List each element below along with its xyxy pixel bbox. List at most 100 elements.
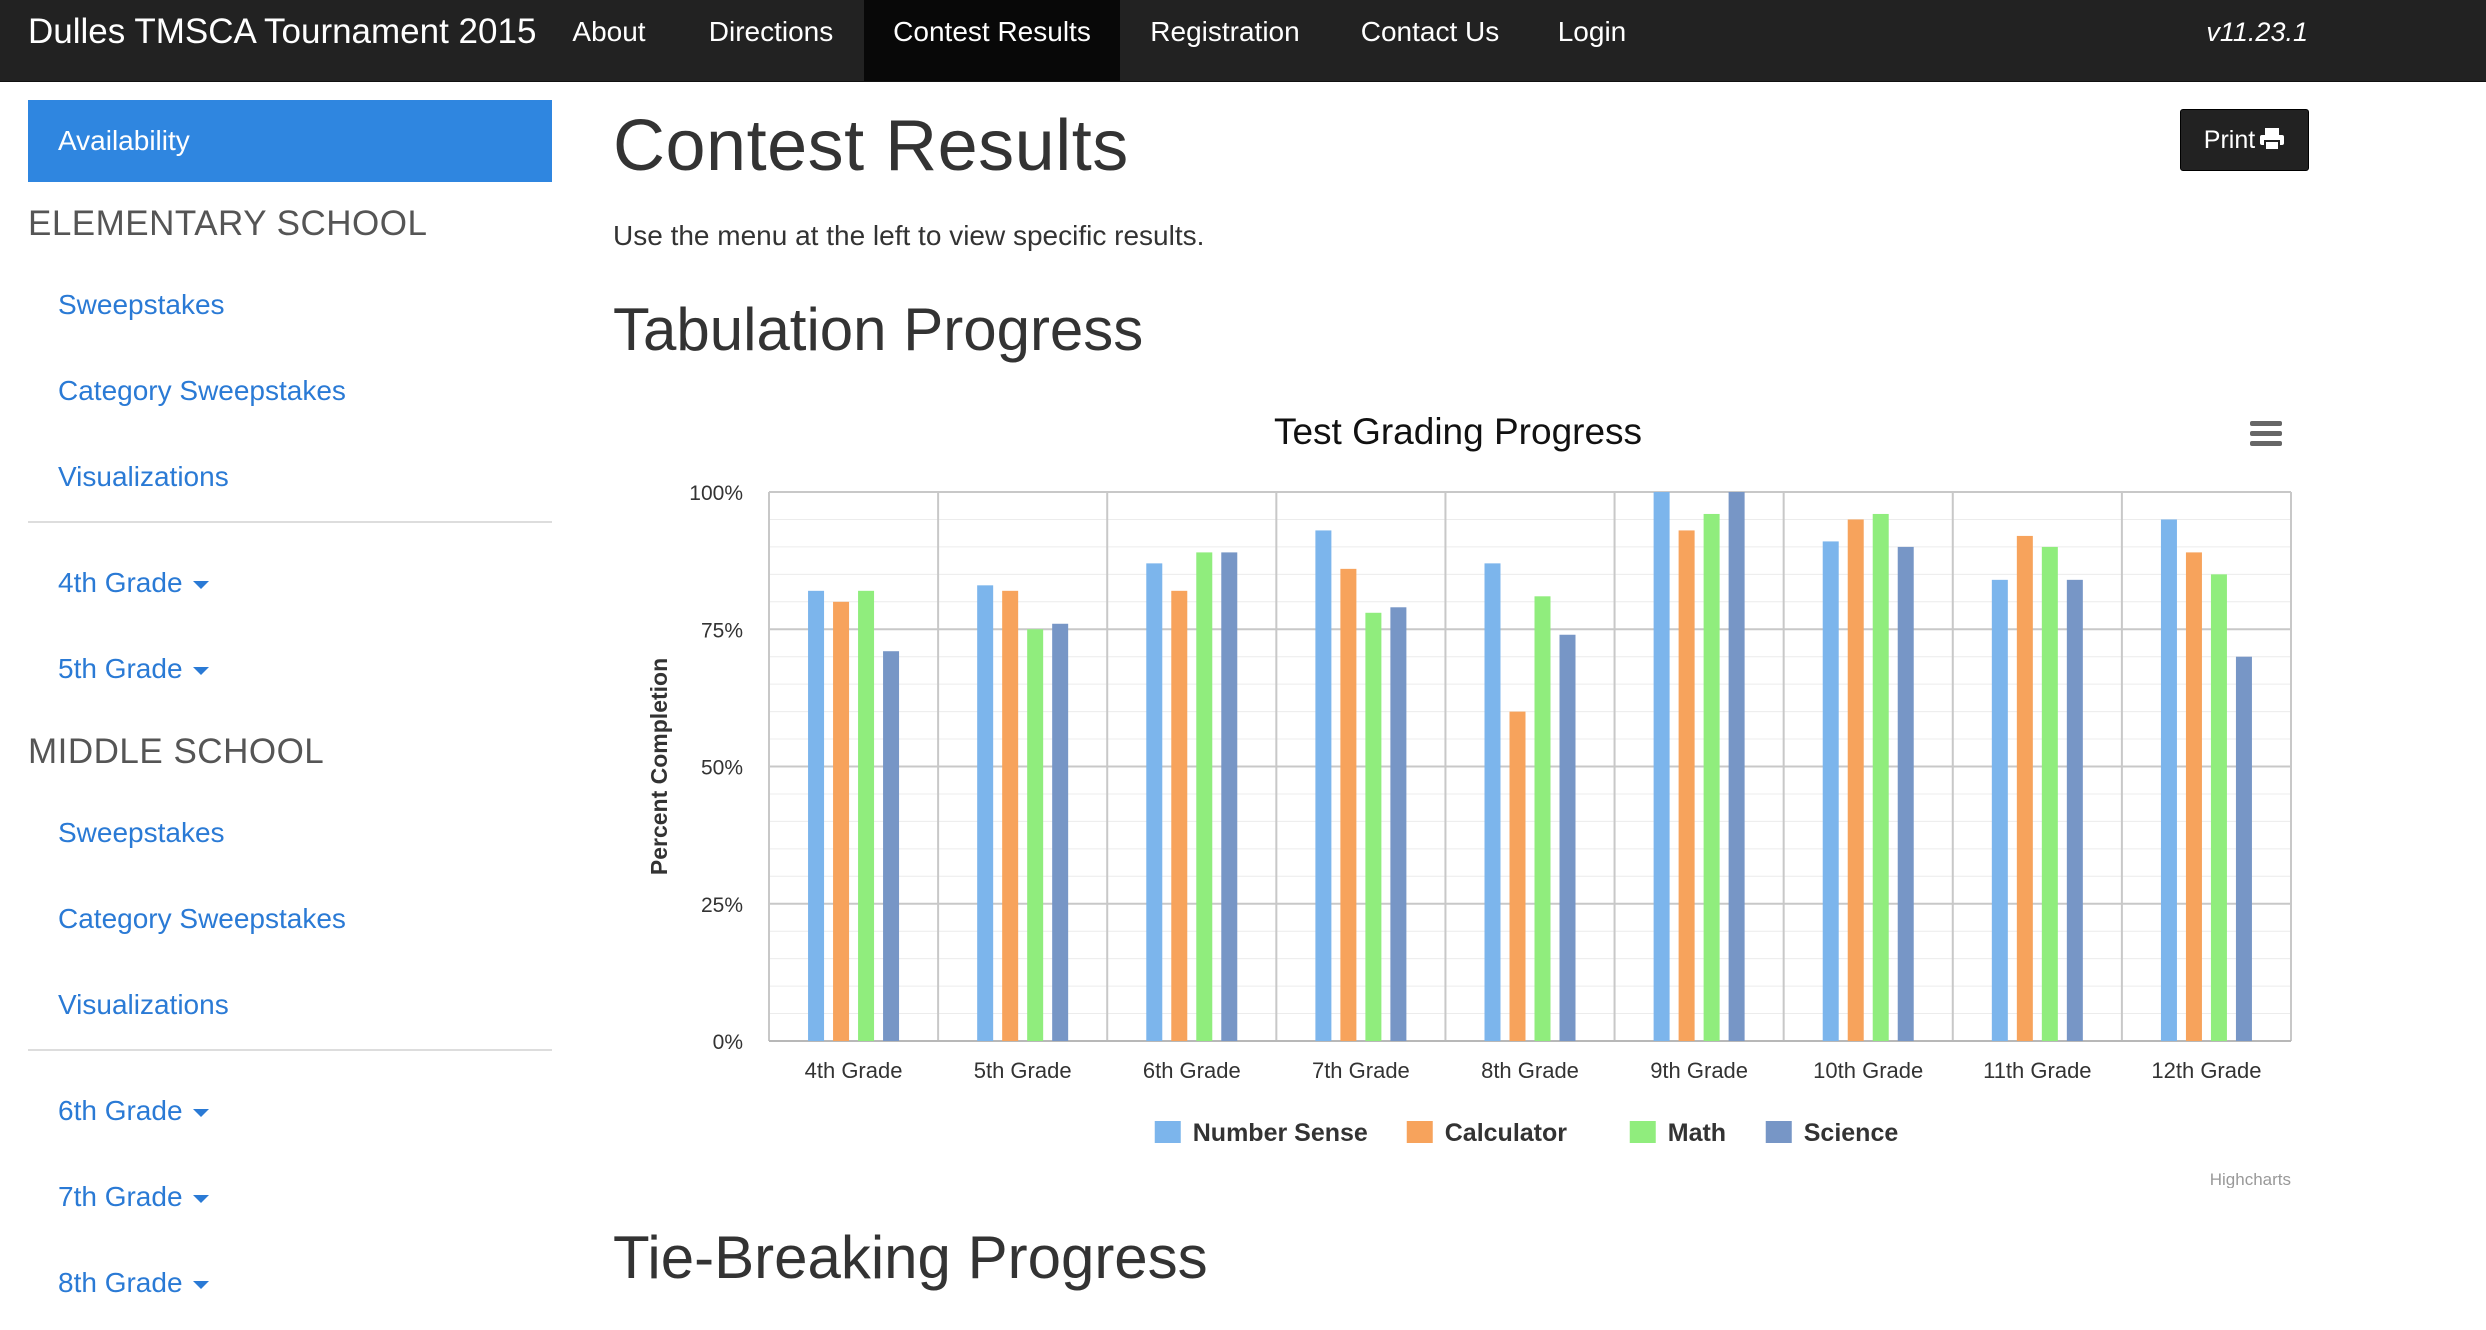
bar-math	[1027, 629, 1044, 1041]
caret-down-icon	[192, 1108, 209, 1117]
bar-number-sense	[1653, 492, 1670, 1041]
bar-math	[2041, 546, 2058, 1041]
print-label: Print	[2203, 126, 2256, 154]
dropdown-label: 6th Grade	[58, 1095, 183, 1126]
chart-credits: Highcharts	[2210, 1170, 2291, 1188]
bar-calculator	[1509, 711, 1526, 1041]
y-tick-label: 0%	[713, 1031, 743, 1054]
x-tick-label: 5th Grade	[974, 1058, 1072, 1083]
sidebar-link-mid-visualizations[interactable]: Visualizations	[58, 989, 229, 1021]
chart-menu-icon[interactable]	[2250, 421, 2282, 446]
bar-science	[1728, 492, 1745, 1041]
sidebar-dropdown-8th-grade[interactable]: 8th Grade	[58, 1267, 209, 1299]
caret-down-icon	[192, 666, 209, 675]
dropdown-label: 8th Grade	[58, 1267, 183, 1298]
bar-math	[1534, 596, 1551, 1041]
bar-calculator	[833, 601, 850, 1041]
bar-number-sense	[1991, 579, 2008, 1041]
x-tick-label: 11th Grade	[1983, 1058, 2091, 1083]
top-navbar: Dulles TMSCA Tournament 2015 About Direc…	[0, 0, 2486, 82]
intro-text: Use the menu at the left to view specifi…	[613, 220, 1205, 251]
legend-item-label: Math	[1668, 1119, 1726, 1147]
bar-science	[1897, 546, 1914, 1041]
legend-item-label: Calculator	[1445, 1119, 1568, 1147]
bar-calculator	[1171, 590, 1188, 1041]
y-tick-label: 75%	[701, 619, 743, 642]
chart-title: Test Grading Progress	[1274, 411, 1642, 452]
sidebar-dropdown-4th-grade[interactable]: 4th Grade	[58, 567, 209, 599]
bar-calculator	[2185, 552, 2202, 1041]
x-tick-label: 9th Grade	[1650, 1058, 1748, 1083]
sidebar-link-mid-category-sweepstakes[interactable]: Category Sweepstakes	[58, 903, 346, 935]
sidebar-item-availability[interactable]: Availability	[28, 100, 552, 182]
caret-down-icon	[192, 1194, 209, 1203]
x-tick-label: 6th Grade	[1143, 1058, 1241, 1083]
grading-progress-chart: Test Grading Progress 0% 25% 50% 75% 100% Perc…	[646, 411, 2292, 1188]
bar-calculator	[1678, 530, 1695, 1041]
bar-number-sense	[1146, 563, 1163, 1041]
bar-science	[1221, 552, 1238, 1041]
sidebar-heading-elementary: ELEMENTARY SCHOOL	[28, 204, 428, 243]
caret-down-icon	[192, 580, 209, 589]
sidebar-dropdown-5th-grade[interactable]: 5th Grade	[58, 653, 209, 685]
bar-math	[1703, 513, 1720, 1041]
nav-contest-results[interactable]: Contest Results	[864, 0, 1120, 81]
x-tick-label: 4th Grade	[805, 1058, 903, 1083]
section-heading-tie-breaking: Tie-Breaking Progress	[613, 1224, 1208, 1291]
nav-registration[interactable]: Registration	[1130, 0, 1320, 81]
x-tick-label: 10th Grade	[1813, 1058, 1923, 1083]
y-axis-label: Percent Completion	[646, 658, 672, 875]
version-label: v11.23.1	[2206, 17, 2308, 47]
bar-number-sense	[2160, 519, 2177, 1041]
bar-number-sense	[1822, 541, 1839, 1041]
bar-number-sense	[1484, 563, 1501, 1041]
dropdown-label: 7th Grade	[58, 1181, 183, 1212]
print-button[interactable]: Print	[2180, 109, 2309, 171]
bar-science	[2235, 656, 2252, 1041]
bar-math	[1196, 552, 1213, 1041]
bar-science	[1559, 634, 1576, 1041]
nav-directions[interactable]: Directions	[690, 0, 852, 81]
x-tick-label: 7th Grade	[1312, 1058, 1410, 1083]
bar-science	[2066, 579, 2083, 1041]
legend-swatch	[1765, 1121, 1792, 1143]
section-heading-tabulation: Tabulation Progress	[613, 296, 1144, 363]
legend-swatch	[1406, 1121, 1433, 1143]
sidebar-link-elem-category-sweepstakes[interactable]: Category Sweepstakes	[58, 375, 346, 407]
legend-item-label: Science	[1804, 1119, 1899, 1147]
bar-science	[883, 651, 900, 1041]
legend-item-label: Number Sense	[1193, 1119, 1368, 1147]
x-tick-label: 12th Grade	[2151, 1058, 2261, 1083]
caret-down-icon	[192, 1280, 209, 1289]
bar-number-sense	[808, 590, 825, 1041]
bar-math	[1365, 612, 1382, 1041]
bar-number-sense	[977, 585, 994, 1041]
brand-link[interactable]: Dulles TMSCA Tournament 2015	[28, 0, 536, 81]
printer-icon	[2260, 128, 2285, 151]
sidebar-link-elem-sweepstakes[interactable]: Sweepstakes	[58, 289, 225, 321]
bar-calculator	[1002, 590, 1019, 1041]
nav-login[interactable]: Login	[1538, 0, 1646, 81]
legend-swatch	[1629, 1121, 1656, 1143]
sidebar-link-mid-sweepstakes[interactable]: Sweepstakes	[58, 817, 225, 849]
x-tick-label: 8th Grade	[1481, 1058, 1579, 1083]
bar-science	[1390, 607, 1407, 1041]
sidebar-link-elem-visualizations[interactable]: Visualizations	[58, 461, 229, 493]
y-tick-label: 25%	[701, 894, 743, 917]
sidebar-dropdown-7th-grade[interactable]: 7th Grade	[58, 1181, 209, 1213]
nav-about[interactable]: About	[552, 0, 666, 81]
bar-science	[1052, 623, 1069, 1041]
bar-calculator	[1340, 568, 1357, 1041]
bar-math	[858, 590, 875, 1041]
sidebar-heading-middle: MIDDLE SCHOOL	[28, 732, 325, 771]
y-tick-label: 50%	[701, 757, 743, 780]
dropdown-label: 5th Grade	[58, 653, 183, 684]
sidebar-dropdown-6th-grade[interactable]: 6th Grade	[58, 1095, 209, 1127]
legend-swatch	[1154, 1121, 1181, 1143]
y-tick-label: 100%	[689, 482, 743, 505]
sidebar-divider	[28, 1049, 552, 1051]
bar-number-sense	[1315, 530, 1332, 1041]
page-title: Contest Results	[613, 106, 1129, 186]
sidebar-divider	[28, 521, 552, 523]
nav-contact-us[interactable]: Contact Us	[1350, 0, 1510, 81]
